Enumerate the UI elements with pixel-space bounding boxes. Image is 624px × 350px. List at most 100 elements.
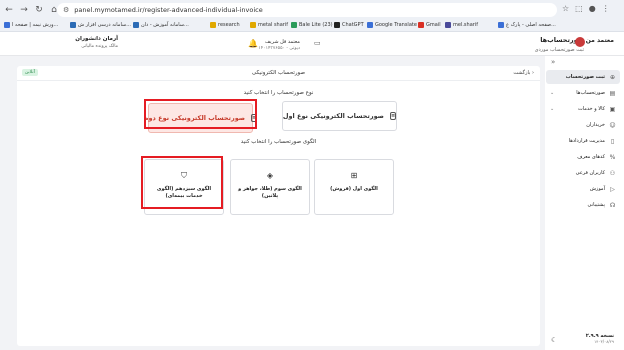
qr-icon: ⊞ xyxy=(350,171,358,180)
document-icon: ≡ xyxy=(389,112,397,120)
gem-icon: ◈ xyxy=(266,171,274,180)
sidebar-item-label: پشتیبانی xyxy=(587,202,605,208)
sidebar-item-register-invoice[interactable]: ثبت صورتحساب ⊕ xyxy=(546,70,620,84)
back-label: بازگشت xyxy=(513,70,531,76)
company-id: ۱۴۰۱۴۳۷۶۵۵۰ - دپوتی xyxy=(258,46,300,51)
sidebar-item-subusers[interactable]: کاربران فرعی ⚇ xyxy=(546,166,620,180)
plus-circle-icon: ⊕ xyxy=(609,73,616,81)
sidebar-item-education[interactable]: آموزش ▷ xyxy=(546,182,620,196)
bookmark-label: ورش نیمه | صفحه ا... xyxy=(12,22,59,28)
bookmarks-bar: صفحه اصلی - پارک ع... research metal sha… xyxy=(0,20,624,32)
highlight-box xyxy=(141,156,223,209)
url-text: panel.mymotamed.ir/register-advanced-ind… xyxy=(74,6,263,14)
menu-icon[interactable]: ⋮ xyxy=(602,4,610,13)
bookmark-item[interactable]: Bale Lite (23) xyxy=(291,22,333,28)
card-title: صورتحساب الکترونیکی xyxy=(251,70,306,76)
play-icon: ▷ xyxy=(610,185,615,193)
bookmark-item[interactable]: صفحه اصلی - پارک ع... xyxy=(498,22,556,28)
invoice-type-1-option[interactable]: صورتحساب الکترونیکی نوع اول ≡ xyxy=(282,101,397,131)
receipt-icon: ▤ xyxy=(609,89,616,97)
bookmark-label: Google Translate xyxy=(375,22,417,28)
extensions-icon[interactable]: ⬚ xyxy=(575,4,583,13)
users-icon: ☺ xyxy=(609,121,616,129)
bookmark-label: ChatGPT xyxy=(342,22,364,28)
screen: ← → ↻ ⌂ ⚙ panel.mymotamed.ir/register-ad… xyxy=(0,0,624,350)
sidebar-item-label: کدهای معرف xyxy=(577,154,605,160)
browser-actions: ☆ ⬚ ● ⋮ xyxy=(562,4,610,13)
bookmark-label: Gmail xyxy=(426,22,441,28)
bookmark-item[interactable]: Google Translate xyxy=(367,22,417,28)
back-icon[interactable]: ← xyxy=(3,4,15,16)
pattern-section-label: الگوی صورتحساب را انتخاب کنید xyxy=(240,139,317,145)
sidebar-item-referral-codes[interactable]: کدهای معرف % xyxy=(546,150,620,164)
chevron-right-icon: › xyxy=(532,70,534,76)
box-icon: ▣ xyxy=(609,105,616,113)
bookmark-label: metal sharif xyxy=(258,22,288,28)
sidebar-item-goods[interactable]: ⌄ کالا و خدمات ▣ xyxy=(546,102,620,116)
pattern-1-option[interactable]: ⊞ الگوی اول (فروش) xyxy=(314,159,394,215)
favicon-icon xyxy=(445,22,451,28)
app-header: آرمان دانشوران مالک پرونده مالیاتی 🔔 معت… xyxy=(0,32,624,56)
bookmark-label: سامانه آموزش - دان... xyxy=(141,22,189,28)
user-role: مالک پرونده مالیاتی xyxy=(81,44,118,49)
option-label: الگوی اول (فروش) xyxy=(330,186,378,192)
sidebar-item-invoices[interactable]: ⌄ صورتحساب‌ها ▤ xyxy=(546,86,620,100)
profile-icon[interactable]: ● xyxy=(589,4,596,13)
brand-logo-icon xyxy=(575,37,585,47)
sidebar-item-label: کالا و خدمات xyxy=(578,106,605,112)
highlight-box xyxy=(144,99,257,129)
folder-icon xyxy=(210,22,216,28)
pattern-3-option[interactable]: ◈ الگوی سوم (طلا، جواهر و پلاتین) xyxy=(230,159,310,215)
page-subtitle: ثبت صورتحساب موردی xyxy=(534,47,584,53)
favicon-icon xyxy=(334,22,340,28)
bookmark-label: صفحه اصلی - پارک ع... xyxy=(506,22,556,28)
bookmark-item[interactable]: metal sharif xyxy=(250,22,288,28)
bookmark-item[interactable]: mel.sharif xyxy=(445,22,478,28)
sidebar-item-label: مدیریت قراردادها xyxy=(568,138,605,144)
bookmark-item[interactable]: research xyxy=(210,22,240,28)
bookmark-item[interactable]: سامانه درسی افزار ش... xyxy=(70,22,131,28)
sidebar-item-support[interactable]: پشتیبانی ☊ xyxy=(546,198,620,212)
version-date: ۱۴۰۳/۰۸/۲۹ xyxy=(594,339,614,344)
bookmark-label: mel.sharif xyxy=(453,22,478,28)
favicon-icon xyxy=(70,22,76,28)
bookmark-item[interactable]: Gmail xyxy=(418,22,441,28)
brand-name: معتمد من xyxy=(585,37,614,44)
divider xyxy=(17,80,540,81)
type-section-label: نوع صورتحساب را انتخاب کنید xyxy=(243,90,314,96)
collapse-sidebar-icon[interactable]: » xyxy=(551,58,555,66)
version-info: نسخه ۲.۹.۹ ۱۴۰۳/۰۸/۲۹ xyxy=(586,333,614,344)
company-name: معتمد فل شریف xyxy=(265,39,300,45)
chevron-down-icon: ⌄ xyxy=(550,90,555,96)
bookmark-label: سامانه درسی افزار ش... xyxy=(78,22,131,28)
sidebar-item-label: صورتحساب‌ها xyxy=(576,90,605,96)
user-menu[interactable]: آرمان دانشوران مالک پرونده مالیاتی xyxy=(28,35,118,52)
bookmark-item[interactable]: ChatGPT xyxy=(334,22,364,28)
option-label: الگوی سوم (طلا، جواهر و پلاتین) xyxy=(238,186,302,199)
bookmark-star-icon[interactable]: ☆ xyxy=(562,4,569,13)
reload-icon[interactable]: ↻ xyxy=(33,4,45,16)
sidebar-item-contracts[interactable]: مدیریت قراردادها ▯ xyxy=(546,134,620,148)
bookmark-item[interactable]: ورش نیمه | صفحه ا... xyxy=(4,22,58,28)
sidebar-item-buyers[interactable]: خریداران ☺ xyxy=(546,118,620,132)
site-info-icon[interactable]: ⚙ xyxy=(63,6,69,14)
company-switcher[interactable]: معتمد فل شریف ۱۴۰۱۴۳۷۶۵۵۰ - دپوتی xyxy=(245,36,325,52)
dark-mode-icon[interactable]: ☾ xyxy=(551,336,557,344)
back-link[interactable]: بازگشت › xyxy=(513,70,534,76)
folder-icon[interactable]: ▭ xyxy=(314,39,321,47)
address-bar[interactable]: ⚙ panel.mymotamed.ir/register-advanced-i… xyxy=(57,3,557,17)
sidebar-item-label: ثبت صورتحساب xyxy=(565,74,605,80)
favicon-icon xyxy=(133,22,139,28)
chevron-down-icon: ⌄ xyxy=(550,106,555,112)
file-icon: ▯ xyxy=(610,137,615,145)
favicon-icon xyxy=(418,22,424,28)
sidebar-item-label: کاربران فرعی xyxy=(575,170,605,176)
user-name: آرمان دانشوران xyxy=(75,36,118,42)
option-label: صورتحساب الکترونیکی نوع اول xyxy=(282,112,384,120)
forward-icon[interactable]: → xyxy=(18,4,30,16)
favicon-icon xyxy=(367,22,373,28)
bookmark-label: research xyxy=(218,22,240,28)
bookmark-item[interactable]: سامانه آموزش - دان... xyxy=(133,22,189,28)
sidebar-item-label: خریداران xyxy=(586,122,605,128)
percent-icon: % xyxy=(609,153,616,161)
